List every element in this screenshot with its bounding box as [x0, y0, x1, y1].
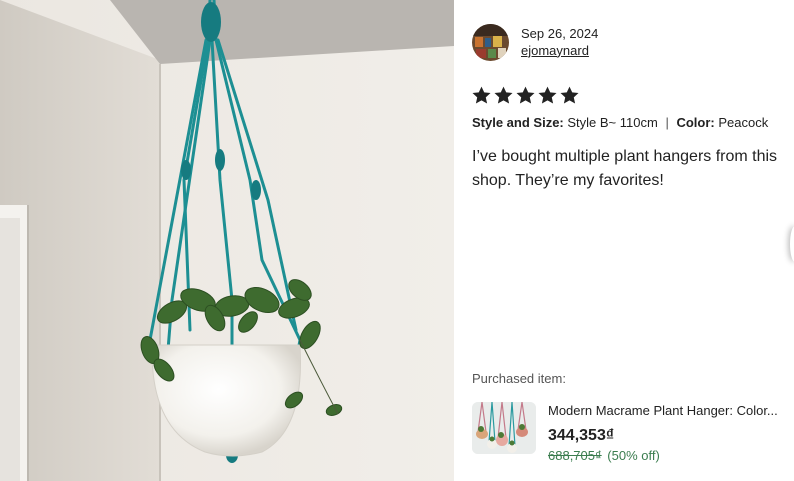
item-thumbnail[interactable] [472, 402, 536, 454]
variation-separator: | [665, 115, 669, 130]
item-title-link[interactable]: Modern Macrame Plant Hanger: Color... [548, 402, 794, 419]
reviewer-name-link[interactable]: ejomaynard [521, 42, 589, 60]
macrame-plant-hanger-photo [0, 0, 454, 481]
style-label: Style and Size: [472, 115, 564, 130]
purchase-variations: Style and Size: Style B~ 110cm | Color: … [472, 115, 768, 131]
star-icon [560, 86, 579, 104]
review-date: Sep 26, 2024 [521, 25, 599, 41]
style-value: Style B~ 110cm [567, 115, 658, 130]
review-photo[interactable] [0, 0, 454, 481]
star-icon [494, 86, 513, 104]
color-value: Peacock [718, 115, 769, 130]
review-text: I’ve bought multiple plant hangers from … [472, 148, 778, 189]
color-label: Color: [676, 115, 715, 130]
item-discount: (50% off) [607, 448, 660, 463]
rating-stars [471, 85, 580, 106]
purchased-item-label: Purchased item: [472, 371, 566, 386]
star-icon [516, 86, 535, 104]
reviewer-header: Sep 26, 2024 ejomaynard [472, 24, 598, 61]
review-panel: Sep 26, 2024 ejomaynard Style and Size: … [454, 0, 794, 481]
star-icon [538, 86, 557, 104]
next-arrow-button[interactable] [790, 226, 794, 262]
purchased-item-card[interactable]: Modern Macrame Plant Hanger: Color... 34… [472, 402, 794, 464]
item-original-price: 688,705₫ [548, 448, 602, 463]
star-icon [472, 86, 491, 104]
item-sale-price: 344,353₫ [548, 427, 615, 444]
reviewer-avatar[interactable] [472, 24, 509, 61]
